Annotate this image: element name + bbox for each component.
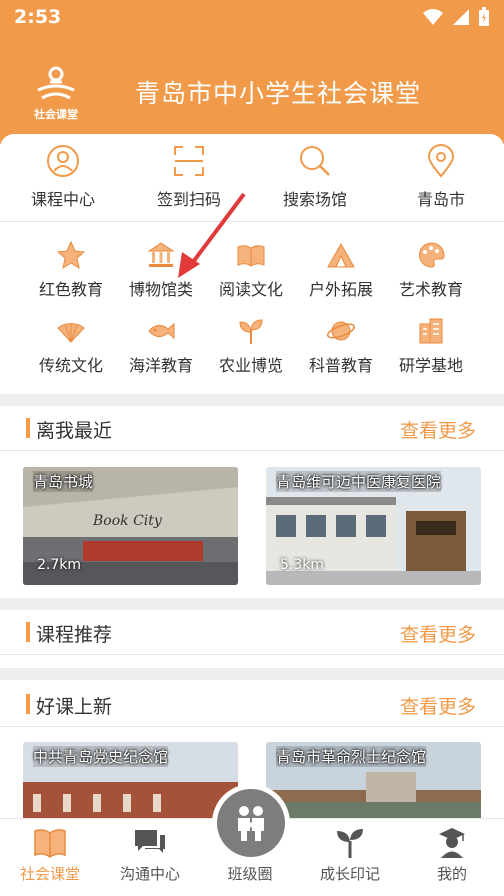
quick-course-center[interactable]: 课程中心 [0,144,126,210]
view-more-link[interactable]: 查看更多 [400,416,476,443]
category-label: 传统文化 [38,356,103,375]
quick-location[interactable]: 青岛市 [378,144,504,210]
section-marker [26,622,30,642]
category-label: 科普教育 [308,356,373,375]
sprout-icon [337,829,363,858]
nav-label: 成长印记 [319,865,380,883]
quick-label: 搜索场馆 [282,190,347,209]
view-more-link[interactable]: 查看更多 [400,692,476,719]
palette-icon [419,242,445,268]
search-icon [300,146,330,176]
venue-sign-text: Book City [92,513,163,529]
category-label: 研学基地 [398,356,463,375]
battery-icon [479,7,489,26]
graduate-icon [439,828,465,858]
section-new: 好课上新 查看更多 [0,682,504,726]
fan-icon [57,323,85,343]
quick-label: 青岛市 [416,190,465,209]
location-icon [427,144,455,178]
category-outdoor[interactable]: 户外拓展 [296,240,386,300]
logo-text: 社会课堂 [34,108,78,121]
venue-distance: 2.7km [37,557,82,573]
category-art[interactable]: 艺术教育 [386,240,476,300]
signal-icon [453,9,469,25]
nav-social-classroom[interactable]: 社会课堂 [0,827,100,884]
category-science[interactable]: 科普教育 [296,316,386,376]
page-title: 青岛市中小学生社会课堂 [135,79,422,108]
star-icon [56,240,86,270]
pointer-arrow-icon [178,192,246,278]
person-icon [47,145,79,177]
category-label: 户外拓展 [308,280,373,299]
category-label: 红色教育 [38,280,103,299]
category-agriculture[interactable]: 农业博览 [206,316,296,376]
fish-icon [148,322,175,340]
section-divider [0,668,504,680]
nav-label: 我的 [436,865,467,883]
category-traditional[interactable]: 传统文化 [26,316,116,376]
venue-card[interactable]: 青岛维可迈中医康复医院 5.3km [266,467,481,585]
venue-name: 青岛书城 [33,471,94,492]
section-divider [0,598,504,610]
chat-icon [135,830,165,853]
tent-icon [327,242,355,268]
app-logo: 社会课堂 [24,60,88,124]
nav-label: 社会课堂 [19,865,80,883]
quick-search[interactable]: 搜索场馆 [252,144,378,210]
section-title: 离我最近 [36,420,113,442]
family-icon [238,806,264,841]
nav-label: 班级圈 [227,865,273,883]
section-title: 课程推荐 [36,624,113,646]
status-icons [422,7,490,27]
category-red-education[interactable]: 红色教育 [26,240,116,300]
planet-icon [326,321,356,341]
category-label: 海洋教育 [128,356,193,375]
category-label: 艺术教育 [398,280,463,299]
building-icon [419,318,443,344]
class-circle-button[interactable] [212,784,290,862]
venue-name: 中共青岛党史纪念馆 [33,746,169,767]
app-header: 社会课堂 青岛市中小学生社会课堂 [0,34,504,144]
section-nearby: 离我最近 查看更多 [0,406,504,450]
section-title: 好课上新 [36,696,113,718]
venue-card[interactable]: 中共青岛党史纪念馆 [23,742,238,822]
venue-distance: 5.3km [280,557,325,573]
section-marker [26,694,30,714]
view-more-link[interactable]: 查看更多 [400,620,476,647]
section-line [0,654,504,655]
status-bar: 2:53 [0,0,504,34]
venue-name: 青岛市革命烈士纪念馆 [276,746,427,767]
category-study-base[interactable]: 研学基地 [386,316,476,376]
section-divider [0,394,504,406]
nav-mine[interactable]: 我的 [402,827,502,884]
nav-label: 沟通中心 [119,865,180,883]
category-ocean[interactable]: 海洋教育 [116,316,206,376]
quick-actions: 课程中心 签到扫码 搜索场馆 青岛市 [0,134,504,222]
section-recommend: 课程推荐 查看更多 [0,610,504,654]
book-open-icon [34,829,66,858]
venue-name: 青岛维可迈中医康复医院 [276,471,442,492]
section-marker [26,418,30,438]
venue-card[interactable]: Book City 青岛书城 2.7km [23,467,238,585]
category-label: 农业博览 [218,356,283,375]
status-time: 2:53 [14,6,62,28]
nav-communication[interactable]: 沟通中心 [100,827,200,884]
section-line [0,450,504,451]
wifi-icon [423,9,443,25]
logo-icon [37,66,75,100]
sprout-icon [239,319,263,344]
quick-label: 课程中心 [30,190,95,209]
class-circle-button-inner [217,789,285,857]
nav-growth[interactable]: 成长印记 [300,827,400,884]
section-line [0,726,504,727]
scan-icon [174,146,204,176]
venue-card[interactable]: 青岛市革命烈士纪念馆 [266,742,481,822]
